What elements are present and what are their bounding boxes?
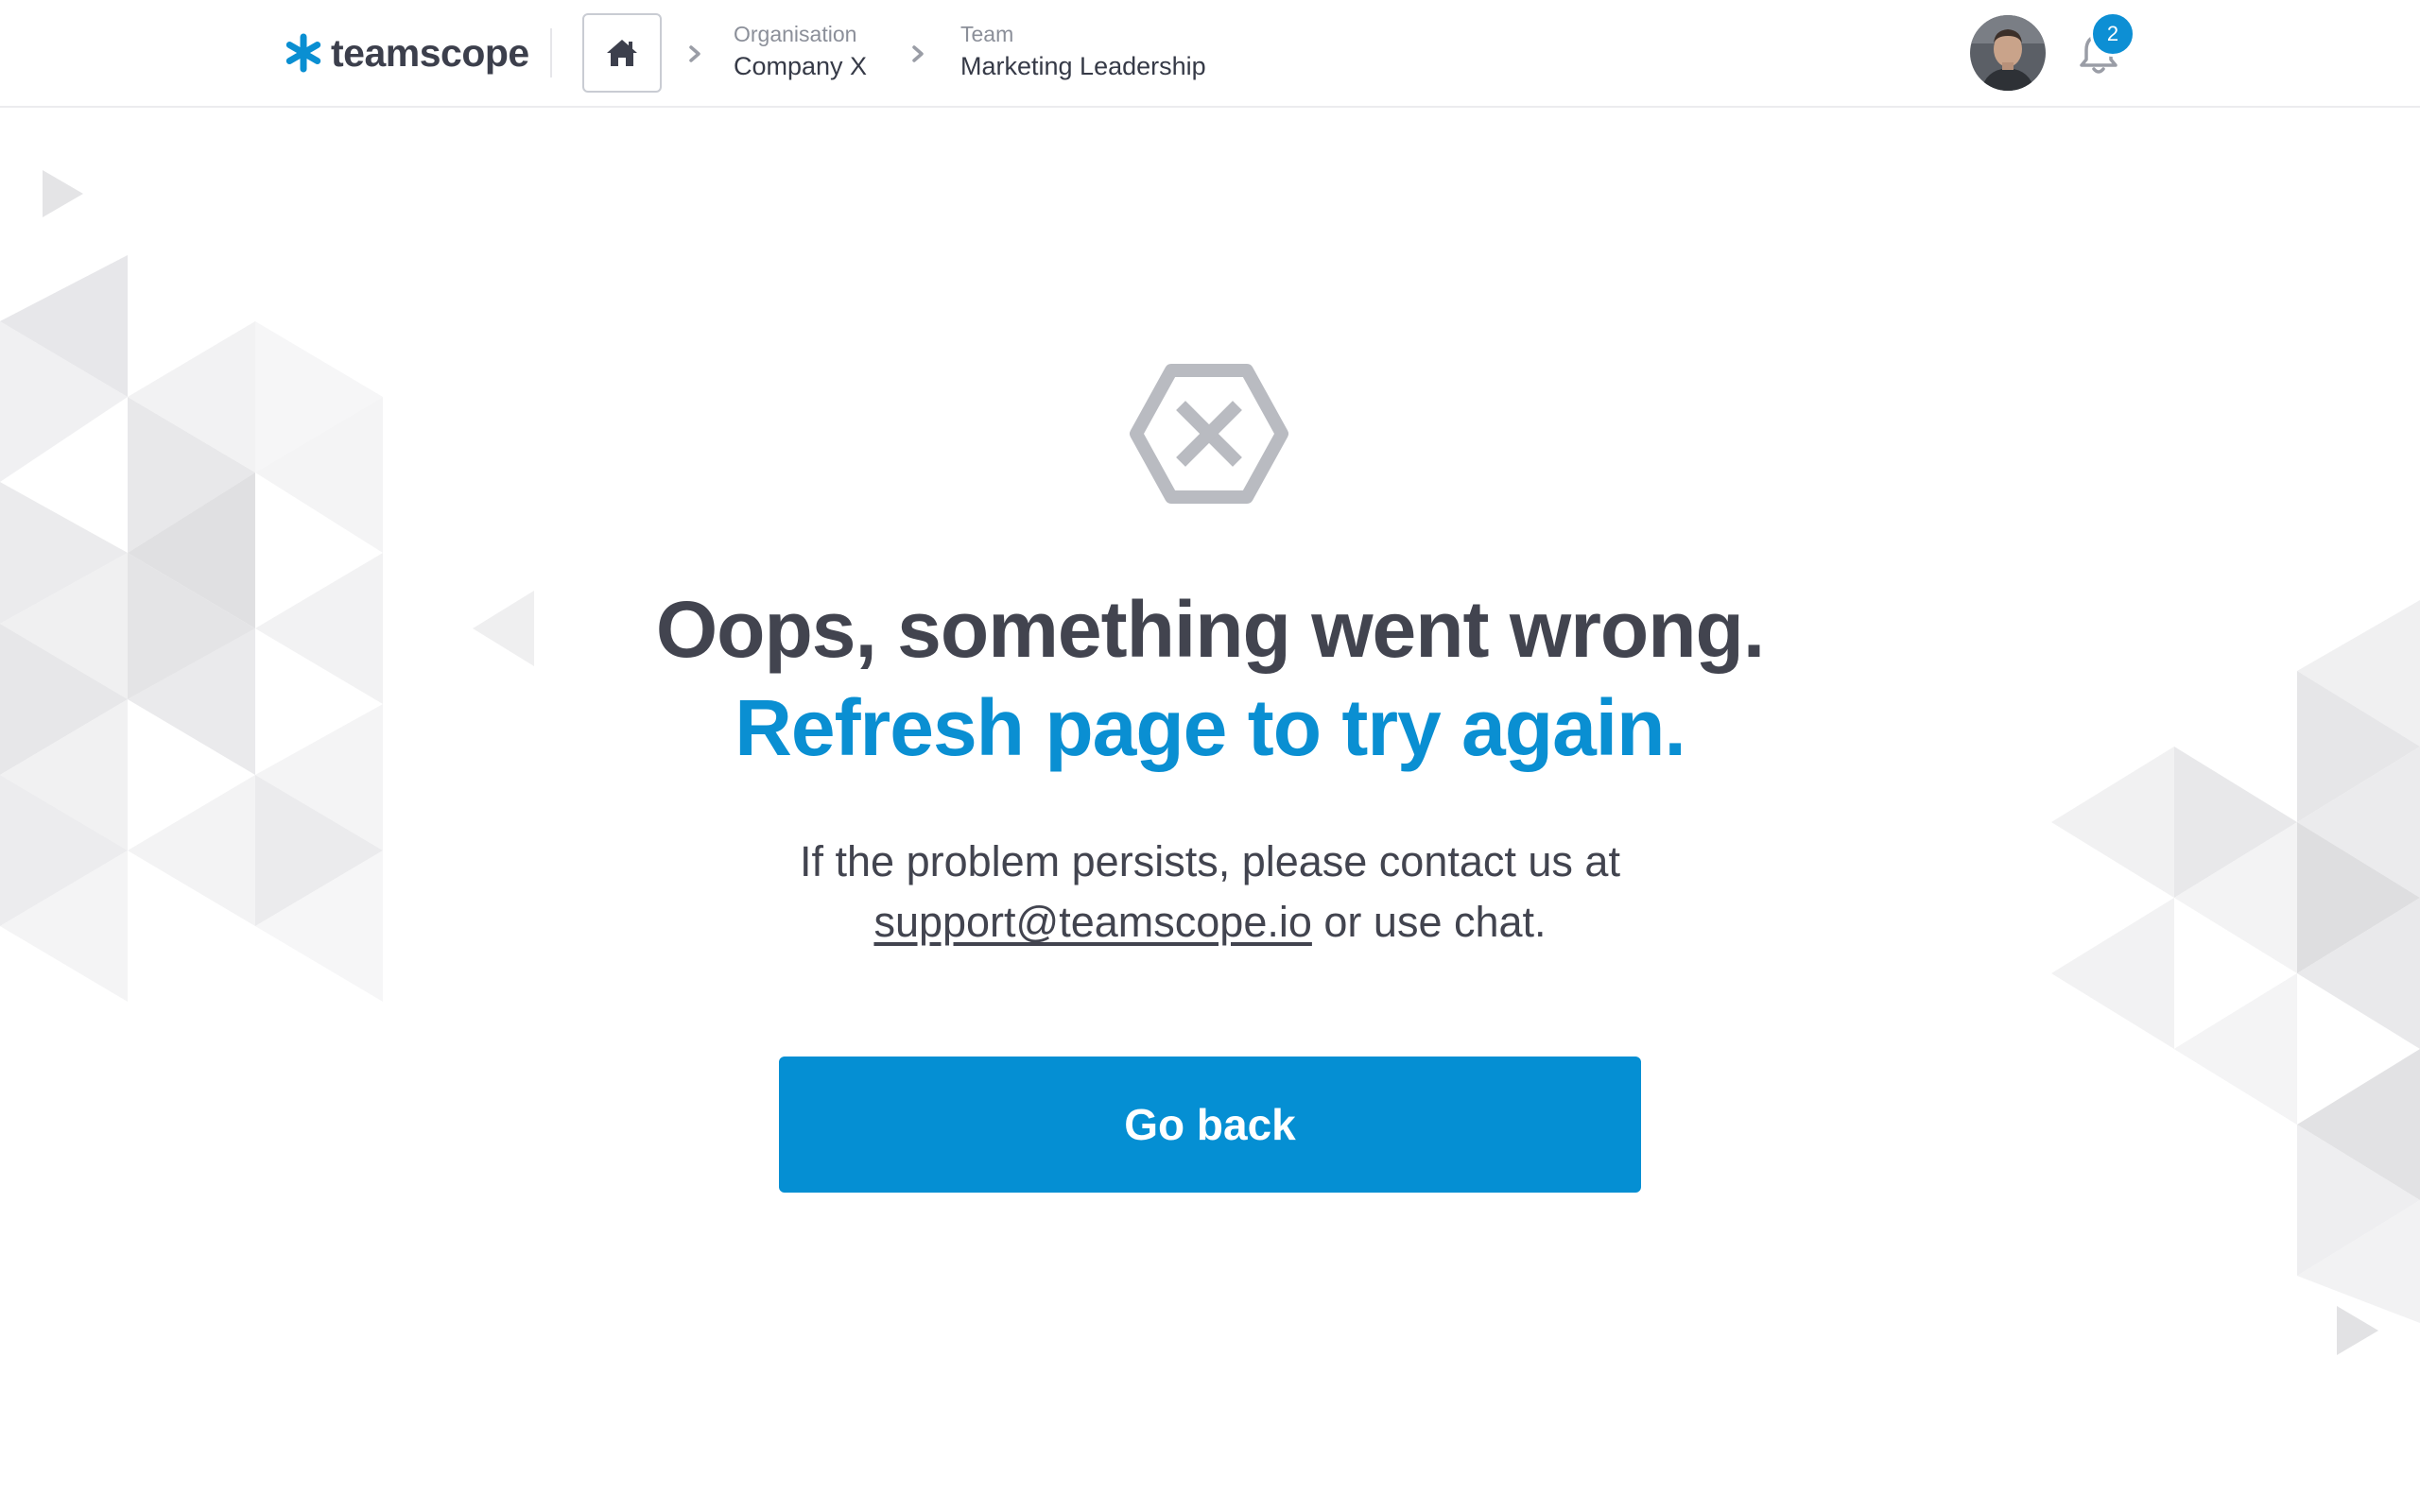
teamscope-logo[interactable]: teamscope [284, 26, 529, 79]
chevron-right-icon [683, 40, 707, 68]
brand-name: teamscope [331, 30, 529, 75]
home-button[interactable] [582, 13, 662, 93]
error-page-content: Oops, something went wrong. Refresh page… [0, 108, 2420, 1512]
error-title: Oops, something went wrong. [655, 585, 1765, 674]
breadcrumb-organisation[interactable]: Organisation Company X [734, 19, 867, 83]
breadcrumb-caption: Organisation [734, 22, 857, 46]
go-back-button[interactable]: Go back [779, 1057, 1641, 1193]
error-subtitle: Refresh page to try again. [735, 683, 1686, 772]
breadcrumb-team[interactable]: Team Marketing Leadership [960, 19, 1206, 83]
message-text-before: If the problem persists, please contact … [800, 837, 1620, 885]
asterisk-logo-icon [285, 33, 321, 73]
breadcrumb-value: Marketing Leadership [960, 52, 1206, 80]
user-avatar[interactable] [1970, 15, 2046, 91]
hexagon-x-icon [1129, 363, 1289, 505]
notification-count-badge: 2 [2090, 11, 2135, 57]
chevron-right-icon [906, 40, 930, 68]
breadcrumb-value: Company X [734, 52, 868, 80]
message-text-after: or use chat. [1323, 898, 1547, 946]
error-message: If the problem persists, please contact … [0, 832, 2420, 953]
home-icon [607, 40, 637, 66]
support-email-link[interactable]: support@teamscope.io [873, 898, 1311, 946]
top-navigation-bar: teamscope Organisation Company X Team Ma… [0, 0, 2420, 108]
breadcrumb-caption: Team [960, 22, 1014, 46]
header-divider [550, 28, 552, 77]
